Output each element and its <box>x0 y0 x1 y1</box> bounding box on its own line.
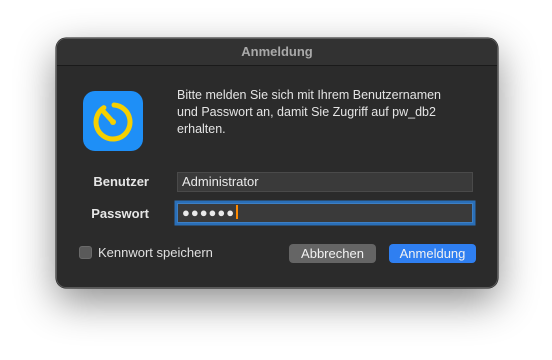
dialog-titlebar[interactable]: Anmeldung <box>57 39 497 66</box>
username-field[interactable]: Administrator <box>177 172 473 192</box>
password-label: Passwort <box>91 206 149 221</box>
username-label: Benutzer <box>93 174 149 189</box>
dialog-title: Anmeldung <box>241 44 313 59</box>
cancel-button[interactable]: Abbrechen <box>289 244 376 263</box>
password-masked-value: ●●●●●● <box>182 205 236 220</box>
message-line: und Passwort an, damit Sie Zugriff auf p… <box>177 105 436 119</box>
username-value: Administrator <box>182 174 259 189</box>
timer-icon <box>83 91 143 151</box>
remember-password-label: Kennwort speichern <box>98 245 213 260</box>
text-caret <box>236 205 238 219</box>
desktop-background: Anmeldung Bitte melden Sie sich mit Ihre… <box>0 0 552 360</box>
login-button[interactable]: Anmeldung <box>389 244 476 263</box>
message-line: Bitte melden Sie sich mit Ihrem Benutzer… <box>177 88 442 102</box>
login-dialog: Anmeldung Bitte melden Sie sich mit Ihre… <box>56 38 498 288</box>
remember-password-checkbox[interactable] <box>79 246 92 259</box>
password-field[interactable]: ●●●●●● <box>177 203 473 223</box>
login-message: Bitte melden Sie sich mit Ihrem Benutzer… <box>177 87 477 138</box>
message-line: erhalten. <box>177 122 226 136</box>
